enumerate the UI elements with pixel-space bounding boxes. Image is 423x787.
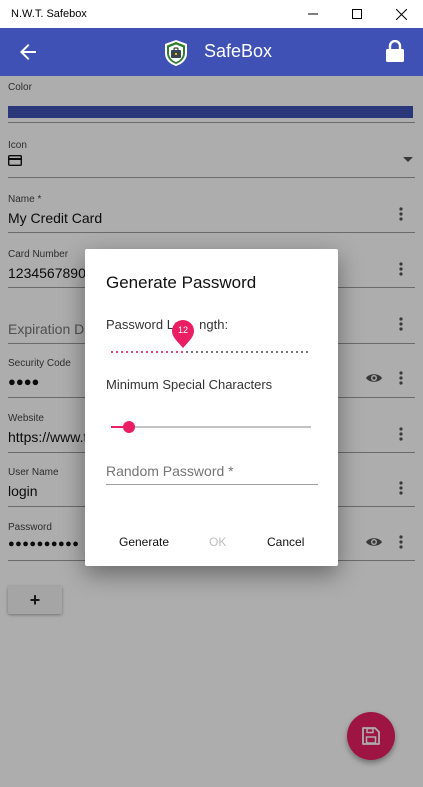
password-length-value: 12 bbox=[177, 325, 188, 335]
app-window: N.W.T. Safebox SafeBox Color Icon Name *… bbox=[0, 0, 423, 787]
password-length-label: Password Le ngth: bbox=[106, 317, 229, 332]
window-title: N.W.T. Safebox bbox=[11, 8, 87, 20]
minimize-icon[interactable] bbox=[291, 0, 335, 28]
generate-button[interactable]: Generate bbox=[119, 535, 169, 549]
app-title: SafeBox bbox=[204, 41, 273, 61]
dialog-title: Generate Password bbox=[106, 273, 257, 292]
ok-button[interactable]: OK bbox=[209, 535, 226, 549]
lock-icon[interactable] bbox=[385, 40, 405, 62]
arrow-left-icon[interactable] bbox=[16, 40, 40, 64]
app-bar: SafeBox bbox=[0, 28, 423, 76]
safebox-shield-icon bbox=[165, 40, 187, 66]
maximize-icon[interactable] bbox=[335, 0, 379, 28]
close-icon[interactable] bbox=[379, 0, 423, 28]
cancel-button[interactable]: Cancel bbox=[267, 535, 304, 549]
random-password-field[interactable]: Random Password * bbox=[106, 463, 318, 485]
slider-thumb[interactable] bbox=[123, 421, 135, 433]
window-titlebar: N.W.T. Safebox bbox=[0, 0, 423, 28]
special-chars-slider[interactable] bbox=[111, 419, 311, 439]
generate-password-dialog: Generate Password Password Le ngth: 12 Mi… bbox=[85, 249, 338, 566]
min-special-chars-label: Minimum Special Characters bbox=[106, 377, 273, 392]
random-password-placeholder: Random Password * bbox=[106, 463, 234, 479]
password-length-slider[interactable] bbox=[111, 344, 311, 364]
